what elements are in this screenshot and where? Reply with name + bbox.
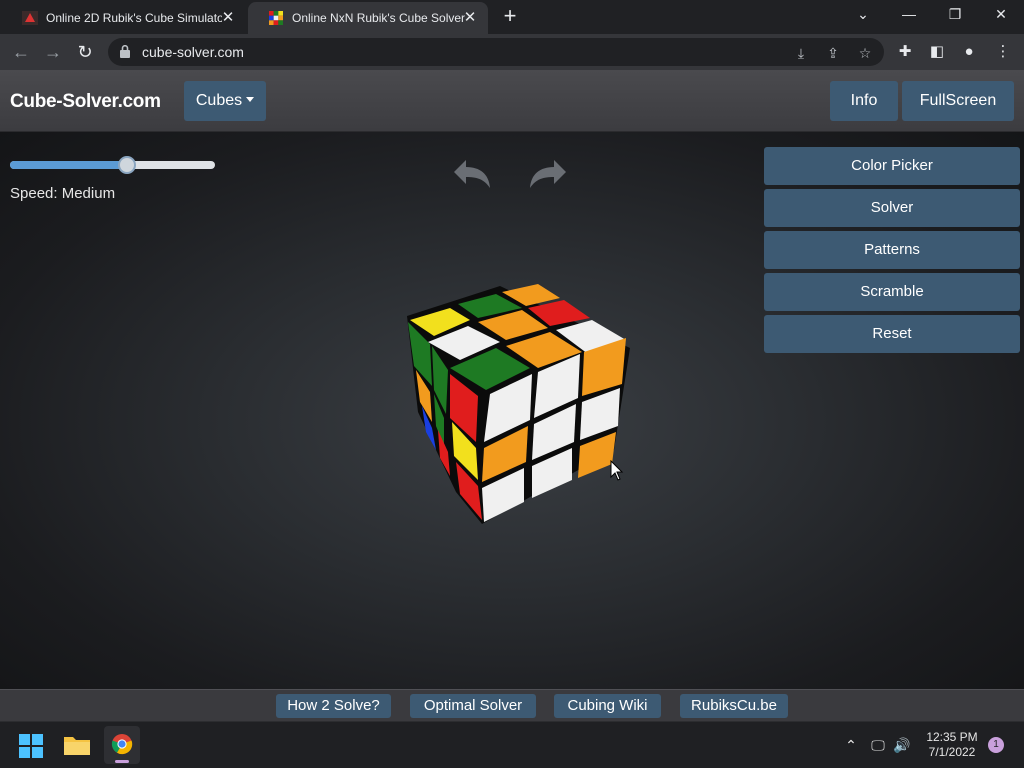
minimize-icon[interactable]: — [886, 0, 932, 30]
tab-title: Online NxN Rubik's Cube Solver ... [292, 11, 468, 25]
tab-title: Online 2D Rubik's Cube Simulator [46, 11, 222, 25]
bookmark-star-icon[interactable]: ☆ [856, 44, 874, 62]
caret-down-icon [246, 97, 255, 102]
share-icon[interactable]: ⇪ [824, 44, 842, 62]
how-to-solve-link[interactable]: How 2 Solve? [276, 694, 391, 718]
cubes-dropdown-button[interactable]: Cubes [184, 81, 266, 121]
speed-slider[interactable] [10, 156, 215, 174]
active-app-indicator [115, 760, 129, 763]
rubiks-cube-3d[interactable] [404, 282, 636, 526]
site-footer: How 2 Solve? Optimal Solver Cubing Wiki … [0, 689, 1024, 721]
site-header: Cube-Solver.com Cubes Info FullScreen [0, 70, 1024, 132]
rubikscube-link[interactable]: RubiksCu.be [680, 694, 788, 718]
chrome-icon [111, 734, 133, 755]
rubiks-2d-favicon-icon [22, 11, 38, 25]
close-window-icon[interactable]: ✕ [978, 0, 1024, 30]
new-tab-plus-icon[interactable]: + [498, 5, 522, 29]
address-bar[interactable]: cube-solver.com ⤓ ⇪ ☆ [108, 38, 884, 66]
color-picker-button[interactable]: Color Picker [764, 147, 1020, 185]
tab-strip: Online 2D Rubik's Cube Simulator ✕ Onlin… [0, 0, 1024, 34]
cube-stage[interactable]: Speed: Medium Color Picker Solver Patter… [0, 132, 1024, 689]
optimal-solver-link[interactable]: Optimal Solver [410, 694, 536, 718]
url-text: cube-solver.com [142, 44, 244, 60]
tab-search-chevron-icon[interactable]: ⌄ [840, 0, 886, 30]
patterns-button[interactable]: Patterns [764, 231, 1020, 269]
file-explorer-icon[interactable] [63, 733, 91, 757]
profile-avatar-icon[interactable]: ● [960, 43, 978, 61]
network-icon[interactable]: 🖵 [869, 737, 887, 754]
back-arrow-icon[interactable]: ← [8, 40, 34, 64]
scramble-button[interactable]: Scramble [764, 273, 1020, 311]
side-panel-icon[interactable]: ◧ [928, 43, 946, 61]
forward-arrow-icon[interactable]: → [40, 40, 66, 64]
clock-date: 7/1/2022 [928, 745, 976, 759]
reset-button[interactable]: Reset [764, 315, 1020, 353]
chrome-taskbar-item[interactable] [104, 726, 140, 764]
info-button[interactable]: Info [830, 81, 898, 121]
tab-nxn-solver[interactable]: Online NxN Rubik's Cube Solver ... ✕ [248, 2, 488, 34]
close-icon[interactable]: ✕ [460, 8, 480, 28]
site-brand[interactable]: Cube-Solver.com [10, 91, 161, 113]
rubiks-cube-favicon-icon [269, 11, 283, 25]
windows-taskbar: ⌃ 🖵 🔊 12:35 PM 7/1/2022 1 [0, 721, 1024, 768]
lock-icon [120, 45, 130, 58]
extensions-puzzle-icon[interactable]: ✚ [896, 43, 914, 61]
tab-2d-simulator[interactable]: Online 2D Rubik's Cube Simulator ✕ [2, 2, 246, 34]
notification-badge[interactable]: 1 [988, 737, 1004, 753]
cubing-wiki-link[interactable]: Cubing Wiki [554, 694, 661, 718]
kebab-menu-icon[interactable]: ⋮ [994, 43, 1012, 61]
redo-arrow-icon[interactable] [526, 156, 570, 192]
solver-button[interactable]: Solver [764, 189, 1020, 227]
install-app-icon[interactable]: ⤓ [792, 44, 810, 62]
mouse-cursor-icon [610, 460, 624, 481]
speed-slider-fill [10, 161, 127, 169]
speed-slider-thumb[interactable] [118, 156, 136, 174]
clock-time: 12:35 PM [926, 730, 978, 744]
undo-arrow-icon[interactable] [450, 156, 494, 192]
fullscreen-button[interactable]: FullScreen [902, 81, 1014, 121]
cubes-label: Cubes [195, 92, 243, 109]
windows-start-icon[interactable] [19, 734, 43, 758]
browser-toolbar: ← → ↻ cube-solver.com ⤓ ⇪ ☆ ✚ ◧ ● ⋮ [0, 34, 1024, 70]
close-icon[interactable]: ✕ [218, 8, 238, 28]
system-clock[interactable]: 12:35 PM 7/1/2022 [918, 730, 986, 760]
reload-icon[interactable]: ↻ [72, 40, 98, 64]
restore-icon[interactable]: ❐ [932, 0, 978, 30]
volume-icon[interactable]: 🔊 [893, 737, 911, 754]
speed-label: Speed: Medium [10, 185, 116, 202]
tray-chevron-up-icon[interactable]: ⌃ [842, 737, 860, 754]
